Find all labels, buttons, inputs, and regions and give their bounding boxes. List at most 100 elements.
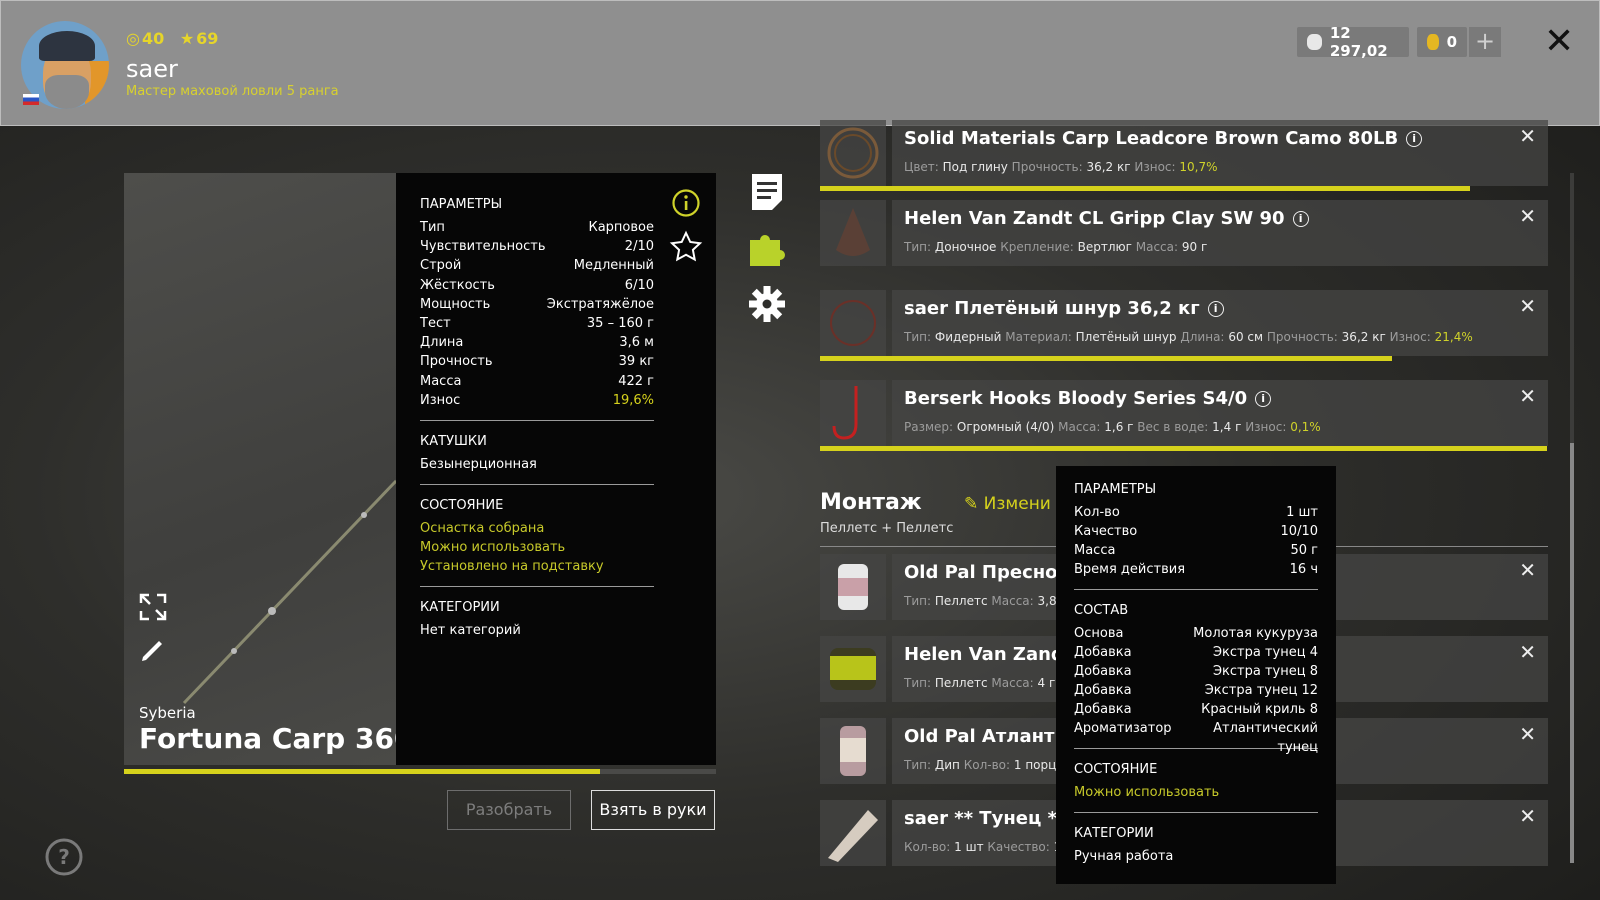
param-value: 50 г: [1290, 543, 1318, 558]
param-label: Добавка: [1074, 664, 1132, 679]
detail-label: Вес в воде:: [1137, 420, 1209, 434]
player-stats: ◎ 40 ★ 69: [126, 29, 228, 48]
equipment-item[interactable]: Berserk Hooks Bloody Series S4/0 i Размер:…: [820, 380, 1548, 446]
russia-flag-icon: [23, 94, 39, 105]
mount-edit-button[interactable]: ✎ Измени: [964, 494, 1051, 514]
equipment-thumbnail: [820, 380, 886, 446]
player-header: ◎ 40 ★ 69 saer Мастер маховой ловли 5 ранг…: [0, 0, 1600, 126]
info-icon[interactable]: i: [1406, 131, 1423, 147]
document-icon[interactable]: [748, 172, 786, 212]
param-value: Экстратяжёлое: [546, 296, 654, 312]
param-row: Строй Медленный: [420, 256, 654, 275]
param-label: Время действия: [1074, 562, 1186, 577]
add-gold-button[interactable]: +: [1469, 27, 1501, 57]
state-item: Оснастка собрана: [420, 520, 545, 536]
param-label: Прочность: [420, 354, 493, 370]
info-icon[interactable]: i: [1292, 211, 1309, 227]
scrollbar[interactable]: [1570, 173, 1574, 863]
param-row: Чувствительность 2/10: [420, 237, 654, 256]
equipment-condition-bar: [820, 446, 1547, 451]
take-in-hands-button[interactable]: Взять в руки: [591, 790, 715, 830]
gold-balance: 0: [1417, 27, 1467, 57]
param-label: Износ: [420, 392, 461, 408]
detail-value: Дип: [934, 758, 960, 772]
detail-label: Тип:: [904, 676, 932, 690]
detail-value: 1,4 г: [1212, 420, 1242, 434]
divider: [420, 419, 654, 421]
equipment-details: Тип: Фидерный Материал: Плетёный шнур Дл…: [904, 330, 1473, 344]
equipment-details: Тип: Доночное Крепление: Вертлюг Масса: …: [904, 240, 1207, 254]
remove-bait-button[interactable]: ✕: [1519, 558, 1536, 582]
param-label: Добавка: [1074, 683, 1132, 698]
level-coin-icon: ◎: [126, 29, 140, 48]
param-row: Добавка Экстра тунец 12: [1074, 681, 1318, 700]
remove-bait-button[interactable]: ✕: [1519, 640, 1536, 664]
bait-details: Тип: Пеллетс Масса: 4 г: [904, 676, 1055, 690]
info-icon[interactable]: i: [1255, 391, 1272, 407]
equipment-name-text: Solid Materials Carp Leadcore Brown Camo…: [904, 128, 1399, 149]
silver-balance: 12 297,02: [1297, 24, 1409, 60]
info-icon[interactable]: i: [1207, 301, 1224, 317]
detail-value: 1,6 г: [1104, 420, 1134, 434]
param-value: Экстра тунец 8: [1212, 664, 1318, 679]
categories-title: КАТЕГОРИИ: [420, 599, 500, 615]
detail-value: 36,2 кг: [1341, 330, 1386, 344]
rod-condition-bar: [124, 769, 716, 774]
detail-value: Доночное: [934, 240, 997, 254]
bait-details: Тип: Дип Кол-во: 1 порци: [904, 758, 1064, 772]
param-label: Добавка: [1074, 702, 1132, 717]
divider: [1074, 589, 1318, 590]
detail-label: Длина:: [1180, 330, 1225, 344]
param-value: Экстра тунец 4: [1212, 645, 1318, 660]
detail-label: Прочность:: [1011, 160, 1083, 174]
mount-edit-label: Измени: [983, 494, 1051, 514]
reels-title: КАТУШКИ: [420, 433, 487, 449]
silver-amount: 12 297,02: [1329, 24, 1388, 60]
rod-params-list: Тип Карповое Чувствительность 2/10 Строй Медл…: [420, 218, 654, 410]
puzzle-icon[interactable]: [748, 228, 786, 268]
scrollbar-thumb[interactable]: [1570, 443, 1574, 863]
remove-item-button[interactable]: ✕: [1519, 384, 1536, 408]
remove-bait-button[interactable]: ✕: [1519, 804, 1536, 828]
param-label: Масса: [420, 373, 462, 389]
param-label: Жёсткость: [420, 277, 495, 293]
equipment-item[interactable]: Helen Van Zandt CL Gripp Clay SW 90 i Тип:…: [820, 200, 1548, 266]
param-value: 39 кг: [618, 354, 654, 370]
param-value: 19,6%: [612, 392, 654, 408]
detail-label: Материал:: [1005, 330, 1072, 344]
star-outline-icon[interactable]: [669, 230, 703, 264]
detail-value: Пеллетс: [934, 676, 988, 690]
player-level: 40: [141, 29, 165, 48]
close-icon[interactable]: ✕: [1544, 21, 1574, 62]
detail-label: Тип:: [904, 594, 932, 608]
param-value: Красный криль 8: [1201, 702, 1318, 717]
disassemble-button[interactable]: Разобрать: [447, 790, 571, 830]
equipment-info: saer Плетёный шнур 36,2 кг i Тип: Фидерный…: [892, 290, 1548, 356]
remove-bait-button[interactable]: ✕: [1519, 722, 1536, 746]
detail-label: Прочность:: [1266, 330, 1338, 344]
param-row: Прочность 39 кг: [420, 352, 654, 371]
remove-item-button[interactable]: ✕: [1519, 294, 1536, 318]
player-name: saer: [126, 55, 178, 83]
detail-value: 60 см: [1228, 330, 1264, 344]
param-value: 3,6 м: [619, 335, 654, 351]
param-row: Ароматизатор Атлантический тунец: [1074, 719, 1318, 755]
info-icon[interactable]: [671, 188, 701, 218]
param-row: Добавка Красный криль 8: [1074, 700, 1318, 719]
bait-thumbnail: [820, 554, 886, 620]
remove-item-button[interactable]: ✕: [1519, 124, 1536, 148]
remove-item-button[interactable]: ✕: [1519, 204, 1536, 228]
help-icon[interactable]: ?: [44, 837, 84, 877]
detail-value: 90 г: [1181, 240, 1208, 254]
rod-condition-fill: [124, 769, 600, 774]
detail-label: Тип:: [904, 330, 932, 344]
equipment-item[interactable]: Solid Materials Carp Leadcore Brown Camo…: [820, 120, 1548, 186]
equipment-thumbnail: [820, 290, 886, 356]
wear-value: 10,7%: [1179, 160, 1218, 174]
param-row: Качество 10/10: [1074, 522, 1318, 541]
brush-icon[interactable]: [138, 635, 168, 665]
param-label: Кол-во: [1074, 505, 1120, 520]
expand-icon[interactable]: [138, 592, 168, 622]
gear-icon[interactable]: [748, 284, 786, 324]
equipment-item[interactable]: saer Плетёный шнур 36,2 кг i Тип: Фидерный…: [820, 290, 1548, 356]
